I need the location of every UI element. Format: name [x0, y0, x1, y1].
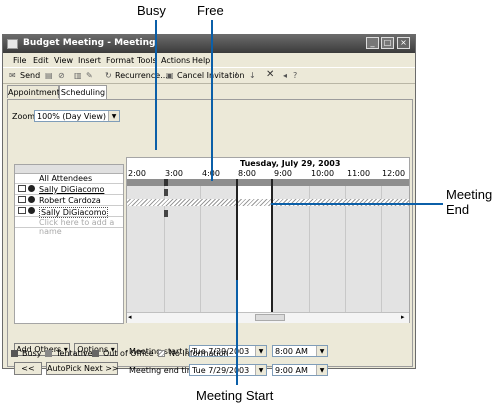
- legend-busy: Busy: [22, 349, 42, 358]
- time-header: Tuesday, July 29, 2003 2:00 3:00 4:00 8:…: [127, 158, 409, 180]
- tentative-swatch: [45, 350, 52, 357]
- no-information-swatch: [158, 350, 165, 357]
- attendee-name[interactable]: Robert Cardoza: [39, 196, 101, 205]
- time-label: 9:00: [274, 169, 292, 178]
- legend-tentative: Tentative: [56, 349, 93, 358]
- attendee-list: All Attendees Sally DiGiacomo Robert Car…: [14, 164, 124, 324]
- cancel-invitation-icon[interactable]: ▣: [166, 71, 174, 80]
- required-attendee-icon[interactable]: [28, 185, 35, 192]
- add-attendee-row[interactable]: Click here to add a name: [15, 217, 123, 236]
- scheduling-panel: Zoom: 100% (Day View) ▼ All Attendees Sa…: [7, 99, 413, 376]
- legend-no-information: No Information: [169, 349, 229, 358]
- zoom-value: 100% (Day View): [37, 112, 106, 121]
- print-icon[interactable]: ▤: [45, 71, 53, 80]
- free-callout-line: [211, 20, 213, 181]
- tab-scheduling[interactable]: Scheduling: [59, 85, 107, 99]
- meeting-end-callout-line: [271, 203, 443, 205]
- importance-high-icon[interactable]: !: [235, 71, 238, 80]
- menu-file[interactable]: File: [13, 56, 26, 65]
- out-of-office-swatch: [92, 350, 99, 357]
- time-label: 12:00: [382, 169, 406, 178]
- required-attendee-icon[interactable]: [28, 196, 35, 203]
- attendee-row[interactable]: Robert Cardoza: [15, 195, 123, 206]
- recurrence-icon[interactable]: ↻: [105, 71, 112, 80]
- tab-appointment[interactable]: Appointment: [7, 85, 60, 98]
- menu-bar: File Edit View Insert Format Tools Actio…: [3, 54, 415, 67]
- time-label: 8:00: [238, 169, 256, 178]
- scroll-thumb[interactable]: [255, 314, 285, 321]
- meeting-window: Budget Meeting - Meeting _ □ × File Edit…: [2, 34, 416, 376]
- attach-icon[interactable]: ⊘: [58, 71, 65, 80]
- chevron-down-icon: ▼: [316, 365, 327, 375]
- menu-help[interactable]: Help: [192, 56, 210, 65]
- legend: Busy Tentative Out of Office No Informat…: [11, 348, 311, 360]
- help-icon[interactable]: ?: [293, 71, 297, 80]
- title-bar: Budget Meeting - Meeting _ □ ×: [3, 35, 415, 53]
- send-button[interactable]: Send: [20, 71, 40, 80]
- menu-insert[interactable]: Insert: [78, 56, 101, 65]
- zoom-select[interactable]: 100% (Day View) ▼: [34, 110, 120, 122]
- free-callout-label: Free: [197, 3, 224, 18]
- busy-block: [164, 179, 168, 186]
- importance-low-icon[interactable]: ↓: [249, 71, 256, 80]
- time-label: 10:00: [311, 169, 335, 178]
- all-attendees-label: All Attendees: [39, 174, 93, 183]
- meeting-busy-header: [238, 179, 271, 186]
- time-label: 2:00: [128, 169, 146, 178]
- scroll-left-icon[interactable]: ◂: [128, 313, 132, 321]
- attendee-row[interactable]: Sally DiGiacomo: [15, 206, 123, 218]
- window-title: Budget Meeting - Meeting: [23, 38, 156, 48]
- address-book-icon[interactable]: ▥: [74, 71, 82, 80]
- autopick-next-button[interactable]: AutoPick Next >>: [46, 362, 119, 375]
- busy-callout-line: [155, 20, 157, 150]
- end-date-value: Tue 7/29/2003: [192, 366, 250, 375]
- busy-block: [164, 189, 168, 196]
- send-icon[interactable]: ✉: [9, 71, 16, 80]
- meeting-start-callout-label: Meeting Start: [196, 388, 274, 403]
- menu-format[interactable]: Format: [106, 56, 134, 65]
- attendee-name[interactable]: Sally DiGiacomo: [39, 185, 104, 194]
- toolbar: ✉ Send ▤ ⊘ ▥ ✎ ↻ Recurrence... ▣ Cancel …: [3, 67, 415, 84]
- end-time-value: 9:00 AM: [275, 366, 308, 375]
- end-date-field[interactable]: Tue 7/29/2003 ▼: [189, 364, 267, 376]
- mail-icon[interactable]: [18, 185, 26, 192]
- menu-edit[interactable]: Edit: [33, 56, 49, 65]
- meeting-end-callout-label: Meeting End: [446, 187, 493, 217]
- menu-view[interactable]: View: [54, 56, 73, 65]
- chevron-down-icon: ▼: [316, 346, 327, 356]
- previous-item-icon[interactable]: ◂: [283, 71, 287, 80]
- busy-callout-label: Busy: [137, 3, 166, 18]
- time-label: 3:00: [165, 169, 183, 178]
- chevron-down-icon: ▼: [255, 365, 266, 375]
- minimize-button[interactable]: _: [366, 37, 379, 49]
- all-attendees-row: All Attendees: [15, 173, 123, 184]
- legend-out-of-office: Out of Office: [103, 349, 154, 358]
- meeting-icon: [7, 39, 18, 49]
- required-attendee-icon[interactable]: [28, 207, 35, 214]
- meeting-no-information: [238, 199, 271, 206]
- schedule-date: Tuesday, July 29, 2003: [240, 159, 341, 168]
- close-button[interactable]: ×: [397, 37, 410, 49]
- chevron-down-icon: ▼: [108, 111, 119, 121]
- time-label: 11:00: [347, 169, 371, 178]
- menu-tools[interactable]: Tools: [137, 56, 157, 65]
- scroll-right-icon[interactable]: ▸: [401, 313, 405, 321]
- attendee-row[interactable]: Sally DiGiacomo: [15, 184, 123, 195]
- recurrence-button[interactable]: Recurrence...: [115, 71, 168, 80]
- freebusy-grid[interactable]: Tuesday, July 29, 2003 2:00 3:00 4:00 8:…: [126, 157, 410, 323]
- check-names-icon[interactable]: ✎: [86, 71, 93, 80]
- busy-swatch: [11, 350, 18, 357]
- mail-icon[interactable]: [18, 196, 26, 203]
- end-time-field[interactable]: 9:00 AM ▼: [272, 364, 328, 376]
- maximize-button[interactable]: □: [381, 37, 394, 49]
- add-name-placeholder[interactable]: Click here to add a name: [39, 218, 123, 236]
- menu-actions[interactable]: Actions: [161, 56, 190, 65]
- horizontal-scrollbar[interactable]: ◂ ▸: [127, 312, 409, 323]
- autopick-previous-button[interactable]: <<: [14, 362, 42, 375]
- busy-block: [164, 210, 168, 217]
- delete-icon[interactable]: ✕: [266, 69, 274, 80]
- mail-icon[interactable]: [18, 207, 26, 214]
- meeting-start-callout-line: [236, 280, 238, 385]
